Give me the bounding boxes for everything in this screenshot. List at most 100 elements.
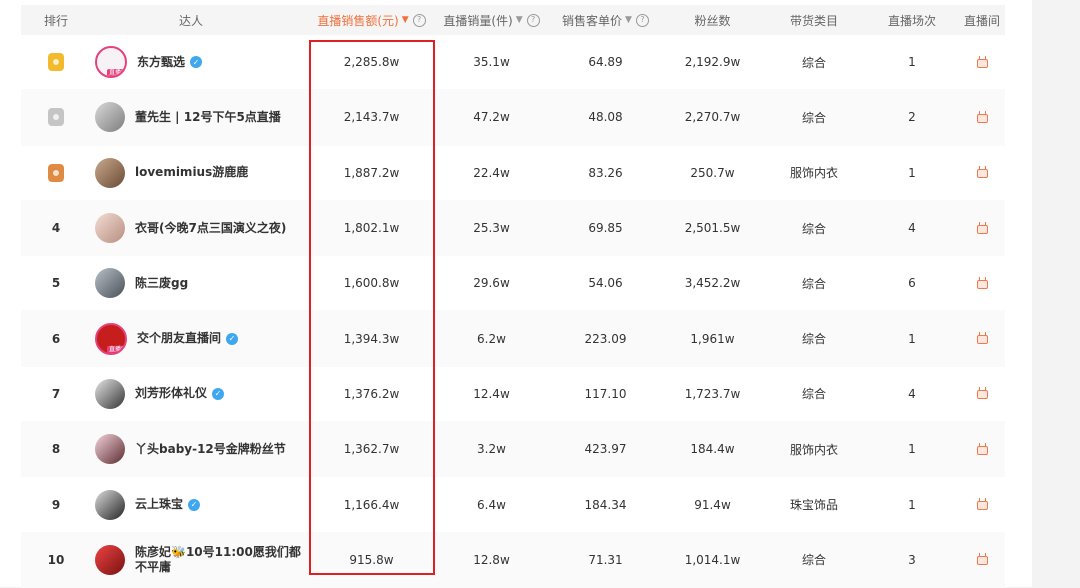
avatar[interactable]: 直播中 <box>95 46 127 79</box>
live-room-icon[interactable] <box>976 332 989 345</box>
verified-icon: ✓ <box>190 56 203 69</box>
col-header-price[interactable]: 销售客单价 ▼ ? <box>549 5 662 35</box>
sessions-cell: 4 <box>908 221 916 236</box>
influencer-cell[interactable]: 直播中 交个朋友直播间 ✓ <box>91 311 309 365</box>
live-room-cell[interactable] <box>959 201 1005 255</box>
table-row[interactable]: 直播中 东方甄选 ✓ 2,285.8w 35.1w 64.89 2,192.9w 综合 1 <box>21 35 1005 91</box>
live-room-cell[interactable] <box>959 367 1005 421</box>
table-row[interactable]: 4 衣哥(今晚7点三国演义之夜) 1,802.1w 25.3w 69.85 2,501.5… <box>21 200 1005 257</box>
avatar[interactable] <box>95 489 125 520</box>
help-icon[interactable]: ? <box>526 13 540 27</box>
category-cell: 综合 <box>801 553 826 568</box>
sort-desc-icon[interactable]: ▼ <box>625 15 632 25</box>
influencer-name[interactable]: 云上珠宝 <box>135 497 183 512</box>
col-header-volume[interactable]: 直播销量(件) ▼ ? <box>434 5 549 35</box>
sort-desc-icon[interactable]: ▼ <box>516 15 523 25</box>
table-row[interactable]: 8 丫头baby-12号金牌粉丝节 1,362.7w 3.2w 423.97 184.4w… <box>21 422 1005 478</box>
avatar[interactable] <box>95 268 125 299</box>
sessions-cell: 1 <box>908 165 916 180</box>
table-row[interactable]: 5 陈三废gg 1,600.8w 29.6w 54.06 3,452.2w 综合 6 <box>21 256 1005 312</box>
rank-number: 8 <box>51 442 61 457</box>
live-room-cell[interactable] <box>959 35 1005 89</box>
influencer-cell[interactable]: 刘芳形体礼仪 ✓ <box>91 367 309 421</box>
col-header-category: 带货类目 <box>789 13 838 28</box>
live-room-cell[interactable] <box>959 146 1005 200</box>
category-cell: 服饰内衣 <box>789 166 838 181</box>
col-header-sales[interactable]: 直播销售额(元) ▼ ? <box>309 5 434 35</box>
volume-cell: 12.4w <box>473 386 510 401</box>
avatar[interactable] <box>95 213 125 244</box>
volume-cell: 6.2w <box>477 331 506 346</box>
avatar[interactable] <box>95 102 125 133</box>
col-header-sales-label: 直播销售额(元) <box>317 13 399 28</box>
table-row[interactable]: lovemimius游鹿鹿 1,887.2w 22.4w 83.26 250.7w 服饰内… <box>21 145 1005 201</box>
fans-cell: 2,192.9w <box>684 55 741 70</box>
live-room-icon[interactable] <box>976 55 989 69</box>
sessions-cell: 2 <box>908 110 916 125</box>
influencer-name[interactable]: 丫头baby-12号金牌粉丝节 <box>135 442 286 457</box>
help-icon[interactable]: ? <box>412 13 426 27</box>
influencer-name[interactable]: lovemimius游鹿鹿 <box>135 165 248 180</box>
live-room-icon[interactable] <box>976 387 989 400</box>
sort-desc-icon[interactable]: ▼ <box>402 15 409 25</box>
category-cell: 珠宝饰品 <box>789 498 838 513</box>
influencer-cell[interactable]: 衣哥(今晚7点三国演义之夜) <box>91 201 309 255</box>
table-row[interactable]: 6 直播中 交个朋友直播间 ✓ 1,394.3w 6.2w 223.09 1,961w 综合 1 <box>21 311 1005 367</box>
rank-cell <box>21 90 91 144</box>
help-icon[interactable]: ? <box>635 13 649 27</box>
influencer-name[interactable]: 交个朋友直播间 <box>137 331 221 346</box>
live-room-cell[interactable] <box>959 477 1005 531</box>
influencer-cell[interactable]: 陈三废gg <box>91 256 309 310</box>
fans-cell: 1,014.1w <box>684 552 741 567</box>
avatar[interactable] <box>95 544 125 575</box>
avatar[interactable] <box>95 157 125 188</box>
price-cell: 71.31 <box>588 552 623 567</box>
price-cell: 223.09 <box>584 331 627 346</box>
table-row[interactable]: 10 陈彦妃🐝10号11:00愿我们都不平庸 915.8w 12.8w 71.31 1,0… <box>21 532 1005 588</box>
volume-cell: 29.6w <box>473 276 510 291</box>
influencer-name[interactable]: 陈三废gg <box>135 276 188 291</box>
live-room-icon[interactable] <box>976 110 989 124</box>
table-row[interactable]: 董先生 | 12号下午5点直播 2,143.7w 47.2w 48.08 2,270.7… <box>21 90 1005 146</box>
influencer-cell[interactable]: 云上珠宝 ✓ <box>91 477 309 531</box>
price-cell: 423.97 <box>584 442 627 457</box>
price-cell: 64.89 <box>588 55 623 70</box>
influencer-name[interactable]: 东方甄选 <box>137 55 185 70</box>
live-room-cell[interactable] <box>959 90 1005 144</box>
live-room-icon[interactable] <box>976 553 989 566</box>
influencer-name[interactable]: 陈彦妃🐝10号11:00愿我们都不平庸 <box>135 545 305 575</box>
influencer-cell[interactable]: 董先生 | 12号下午5点直播 <box>91 90 309 144</box>
category-cell: 综合 <box>801 276 826 291</box>
rank-cell <box>21 35 91 89</box>
influencer-name[interactable]: 董先生 | 12号下午5点直播 <box>135 110 281 125</box>
price-cell: 54.06 <box>588 276 623 291</box>
avatar[interactable]: 直播中 <box>95 322 127 355</box>
live-room-icon[interactable] <box>976 276 989 290</box>
influencer-cell[interactable]: 直播中 东方甄选 ✓ <box>91 35 309 89</box>
influencer-name[interactable]: 刘芳形体礼仪 <box>135 386 207 401</box>
influencer-cell[interactable]: 丫头baby-12号金牌粉丝节 <box>91 422 309 476</box>
live-room-icon[interactable] <box>976 221 989 235</box>
influencer-cell[interactable]: 陈彦妃🐝10号11:00愿我们都不平庸 <box>91 533 309 587</box>
live-room-cell[interactable] <box>959 422 1005 476</box>
sessions-cell: 4 <box>908 386 916 401</box>
live-room-icon[interactable] <box>976 498 989 511</box>
influencer-cell[interactable]: lovemimius游鹿鹿 <box>91 146 309 200</box>
sales-cell: 1,887.2w <box>343 165 400 180</box>
avatar[interactable] <box>95 378 125 409</box>
table-row[interactable]: 7 刘芳形体礼仪 ✓ 1,376.2w 12.4w 117.10 1,723.7w 综合 4 <box>21 366 1005 423</box>
price-cell: 117.10 <box>584 386 627 401</box>
live-room-cell[interactable] <box>959 311 1005 365</box>
volume-cell: 12.8w <box>473 552 510 567</box>
live-room-icon[interactable] <box>976 442 989 456</box>
category-cell: 综合 <box>801 332 826 347</box>
table-row[interactable]: 9 云上珠宝 ✓ 1,166.4w 6.4w 184.34 91.4w 珠宝饰品 1 <box>21 477 1005 533</box>
bronze-medal-icon <box>48 163 64 182</box>
live-room-cell[interactable] <box>959 533 1005 587</box>
live-room-icon[interactable] <box>976 166 989 179</box>
avatar[interactable] <box>95 434 125 465</box>
rank-number: 10 <box>47 552 65 567</box>
influencer-name[interactable]: 衣哥(今晚7点三国演义之夜) <box>135 221 286 236</box>
rank-cell: 6 <box>21 311 91 365</box>
live-room-cell[interactable] <box>959 256 1005 310</box>
